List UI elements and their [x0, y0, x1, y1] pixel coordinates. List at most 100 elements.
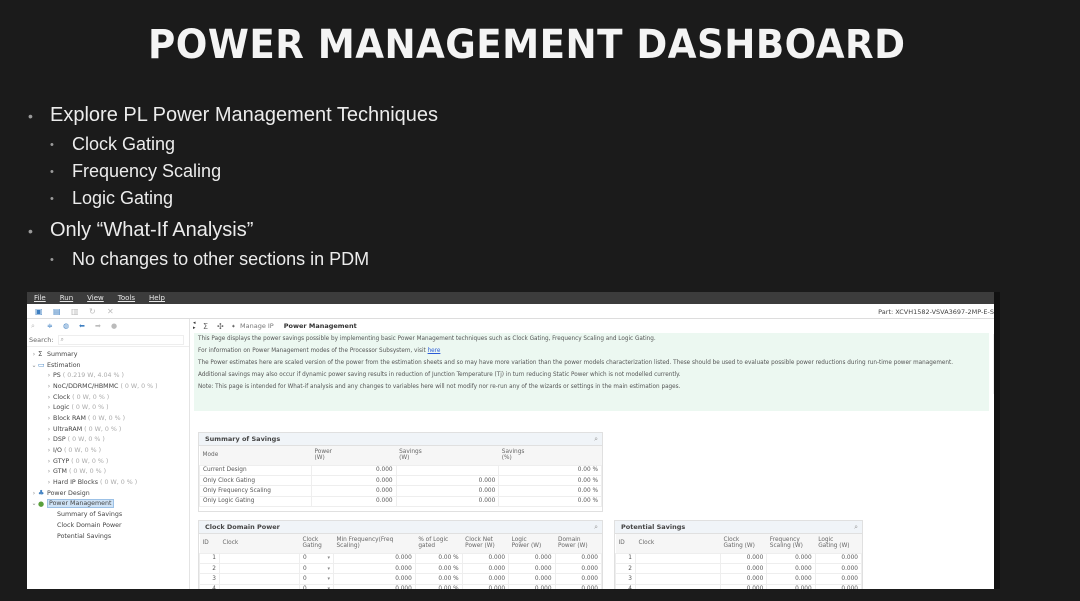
menu-file[interactable]: File [34, 294, 46, 302]
tree-item[interactable]: › PS( 0.219 W, 4.04 % ) [27, 370, 189, 381]
column-header[interactable]: ID [615, 534, 636, 553]
table-cell[interactable]: 0.00 % [414, 583, 463, 589]
table-cell[interactable]: 0.000 [333, 552, 416, 564]
table-row[interactable]: 3 0 ▾ 0.000 0.00 % 0.000 0.000 0.000 [199, 573, 603, 585]
chevron-down-icon[interactable]: ⌄ [30, 500, 38, 507]
table-cell[interactable]: 0.00 % [414, 562, 463, 575]
clock-gating-select[interactable]: 0▾ [299, 562, 334, 575]
clock-gating-select[interactable]: 0▾ [299, 552, 334, 564]
dropdown-arrow-icon[interactable]: ▾ [327, 555, 330, 561]
here-link[interactable]: here [428, 348, 441, 354]
close-project-icon[interactable]: ✕ [107, 307, 125, 316]
tree-item[interactable]: › NoC/DDRMC/HBMMC( 0 W, 0 % ) [27, 381, 189, 392]
settings-icon[interactable]: ● [111, 322, 127, 330]
tree-item[interactable]: Summary of Savings [27, 509, 189, 520]
column-header[interactable]: Frequency Scaling (W) [766, 534, 816, 553]
table-cell[interactable]: 0.00 % [414, 552, 463, 564]
column-header[interactable]: Clock Gating (W) [720, 534, 767, 553]
sigma-icon[interactable]: Σ [203, 322, 217, 331]
search-icon[interactable]: ⌕ [594, 523, 598, 532]
table-row[interactable]: 2 0.000 0.000 0.000 [615, 562, 863, 575]
menu-run[interactable]: Run [60, 294, 73, 302]
column-header[interactable]: Savings (%) [498, 446, 602, 465]
column-header[interactable]: Clock [219, 534, 300, 553]
table-cell[interactable]: 0.000 [333, 583, 416, 589]
tree-item[interactable]: › Logic( 0 W, 0 % ) [27, 402, 189, 413]
tree-item[interactable]: › I/O( 0 W, 0 % ) [27, 445, 189, 456]
tree-item[interactable]: › GTM( 0 W, 0 % ) [27, 467, 189, 478]
search-icon[interactable]: ⌕ [594, 435, 598, 444]
crosshair-icon[interactable]: ✣ [217, 322, 231, 331]
chevron-right-icon[interactable]: › [45, 383, 53, 390]
tree-item[interactable]: › Clock( 0 W, 0 % ) [27, 392, 189, 403]
table-cell[interactable]: 0.000 [333, 573, 416, 585]
chevron-right-icon[interactable]: › [45, 394, 53, 401]
chevron-right-icon[interactable]: › [45, 447, 53, 454]
expand-all-icon[interactable]: ◍ [63, 322, 79, 330]
save-icon[interactable]: ▥ [71, 307, 89, 316]
chevron-right-icon[interactable]: › [30, 490, 38, 497]
column-header[interactable]: Mode [199, 446, 312, 465]
table-row[interactable]: 40▾0.0000.00 %0.0000.0000.000 [199, 583, 603, 589]
menu-help[interactable]: Help [149, 294, 165, 302]
tree-item[interactable]: Potential Savings [27, 531, 189, 542]
chevron-right-icon[interactable]: › [45, 468, 53, 475]
forward-arrow-icon[interactable]: ➡ [95, 322, 111, 330]
chevron-right-icon[interactable]: › [45, 415, 53, 422]
nav-arrows-icon[interactable]: ◂ ▸ [193, 321, 203, 331]
tree-item[interactable]: › DSP( 0 W, 0 % ) [27, 435, 189, 446]
table-row[interactable]: Only Logic Gating 0.000 0.000 0.00 % [199, 495, 602, 508]
menu-view[interactable]: View [87, 294, 104, 302]
column-header[interactable]: Savings (W) [396, 446, 499, 465]
tree-item[interactable]: › UltraRAM( 0 W, 0 % ) [27, 424, 189, 435]
clock-gating-select[interactable]: 0▾ [299, 573, 334, 585]
table-row[interactable]: 3 0.000 0.000 0.000 [615, 573, 863, 585]
table-row[interactable]: Current Design 0.000 0.00 % [199, 464, 602, 476]
tree-item[interactable]: › Block RAM( 0 W, 0 % ) [27, 413, 189, 424]
column-header[interactable]: Logic Gating (W) [815, 534, 862, 553]
table-cell[interactable]: 0.00 % [414, 573, 463, 585]
table-row[interactable]: Only Frequency Scaling 0.000 0.000 0.00 % [199, 485, 602, 497]
chevron-right-icon[interactable]: › [45, 426, 53, 433]
column-header[interactable]: % of Logic gated [415, 534, 463, 553]
table-row[interactable]: Only Clock Gating 0.000 0.000 0.00 % [199, 474, 602, 487]
chevron-right-icon[interactable]: › [45, 479, 53, 486]
dropdown-arrow-icon[interactable]: ▾ [327, 576, 330, 582]
collapse-all-icon[interactable]: ≑ [47, 322, 63, 330]
tree-item[interactable]: › GTYP( 0 W, 0 % ) [27, 456, 189, 467]
column-header[interactable]: Min Frequency(Freq Scaling) [333, 534, 416, 553]
column-header[interactable]: Power (W) [311, 446, 397, 465]
tree-item[interactable]: › Σ Summary [27, 349, 189, 360]
back-arrow-icon[interactable]: ⬅ [79, 322, 95, 330]
column-header[interactable]: Clock Net Power (W) [462, 534, 509, 553]
search-icon[interactable]: ⌕ [31, 322, 47, 331]
search-icon[interactable]: ⌕ [854, 523, 858, 532]
clock-gating-select[interactable]: 0▾ [299, 583, 334, 589]
chevron-right-icon[interactable]: › [45, 436, 53, 443]
column-header[interactable]: Domain Power (W) [555, 534, 602, 553]
column-header[interactable]: Clock Gating [299, 534, 334, 553]
chevron-down-icon[interactable]: ⌄ [30, 362, 38, 369]
table-cell[interactable] [219, 562, 300, 575]
dropdown-arrow-icon[interactable]: ▾ [327, 566, 330, 572]
menu-tools[interactable]: Tools [118, 294, 135, 302]
chevron-right-icon[interactable]: › [45, 404, 53, 411]
table-row[interactable]: 1 0 ▾ 0.000 0.00 % 0.000 0.000 0.000 [199, 552, 603, 564]
table-row[interactable]: 40.0000.0000.000 [615, 583, 863, 589]
table-cell[interactable] [219, 552, 300, 564]
table-cell[interactable] [219, 573, 300, 585]
table-cell[interactable]: 0.000 [333, 562, 416, 575]
tree-item[interactable]: › ♣ Power Design [27, 488, 189, 499]
refresh-icon[interactable]: ↻ [89, 307, 107, 316]
tree-item[interactable]: ⌄ ▭ Estimation [27, 360, 189, 371]
new-project-icon[interactable]: ▣ [35, 307, 53, 316]
breadcrumb-manage-ip[interactable]: Manage IP [240, 322, 274, 330]
tree-item[interactable]: › Hard IP Blocks( 0 W, 0 % ) [27, 477, 189, 488]
chevron-right-icon[interactable]: › [45, 372, 53, 379]
open-folder-icon[interactable]: ▤ [53, 307, 71, 316]
chevron-right-icon[interactable]: › [30, 351, 38, 358]
table-row[interactable]: 2 0 ▾ 0.000 0.00 % 0.000 0.000 0.000 [199, 562, 603, 575]
column-header[interactable]: Logic Power (W) [508, 534, 556, 553]
tree-item[interactable]: ⌄ ● Power Management [27, 499, 189, 510]
table-cell[interactable] [219, 583, 300, 589]
